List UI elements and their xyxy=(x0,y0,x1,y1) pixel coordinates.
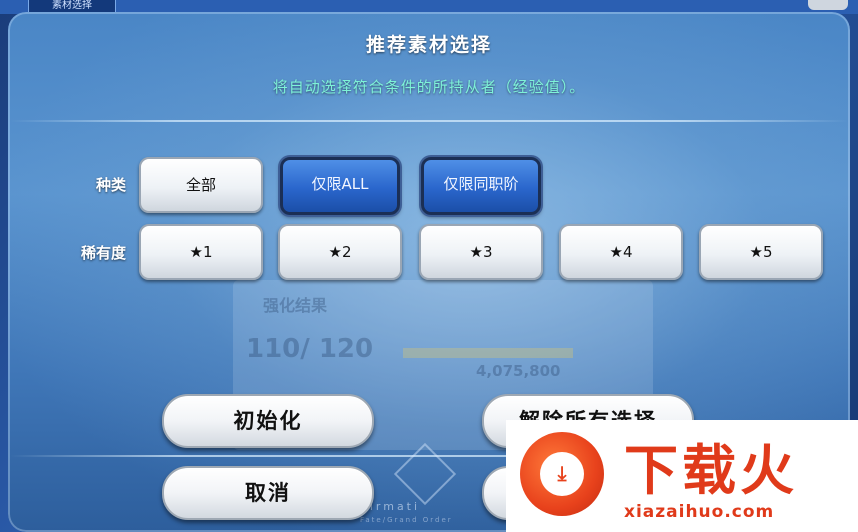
dialog-subtitle: 将自动选择符合条件的所持从者（经验值）。 xyxy=(272,78,586,96)
rarity-5-button[interactable]: ★5 xyxy=(699,224,823,280)
footer-subtext: Fate/Grand Order xyxy=(360,516,453,524)
reset-button[interactable]: 初始化 xyxy=(162,394,374,448)
divider-top xyxy=(10,120,848,122)
cancel-button[interactable]: 取消 xyxy=(162,466,374,520)
rarity-1-button[interactable]: ★1 xyxy=(139,224,263,280)
type-same-class-only-button[interactable]: 仅限同职阶 xyxy=(421,157,541,215)
watermark-logo-icon: ⤓ xyxy=(520,432,604,516)
type-label: 种类 xyxy=(95,176,126,194)
watermark: ⤓ 下载火 xiazaihuo.com xyxy=(506,420,858,532)
background-level: 110/ 120 xyxy=(246,334,374,364)
rarity-label: 稀有度 xyxy=(80,244,126,262)
rarity-3-button[interactable]: ★3 xyxy=(419,224,543,280)
background-text: 强化结果 xyxy=(263,296,328,315)
confirm-emblem-icon xyxy=(393,442,457,506)
watermark-title: 下载火 xyxy=(624,439,798,502)
rarity-4-button[interactable]: ★4 xyxy=(559,224,683,280)
background-exp-bar xyxy=(403,348,573,358)
type-all-button[interactable]: 全部 xyxy=(139,157,263,213)
corner-button[interactable] xyxy=(808,0,848,10)
type-all-class-only-button[interactable]: 仅限ALL xyxy=(280,157,400,215)
dialog-title: 推荐素材选择 xyxy=(365,34,492,56)
watermark-url: xiazaihuo.com xyxy=(624,502,775,522)
rarity-2-button[interactable]: ★2 xyxy=(278,224,402,280)
background-qp: 4,075,800 xyxy=(476,362,561,380)
